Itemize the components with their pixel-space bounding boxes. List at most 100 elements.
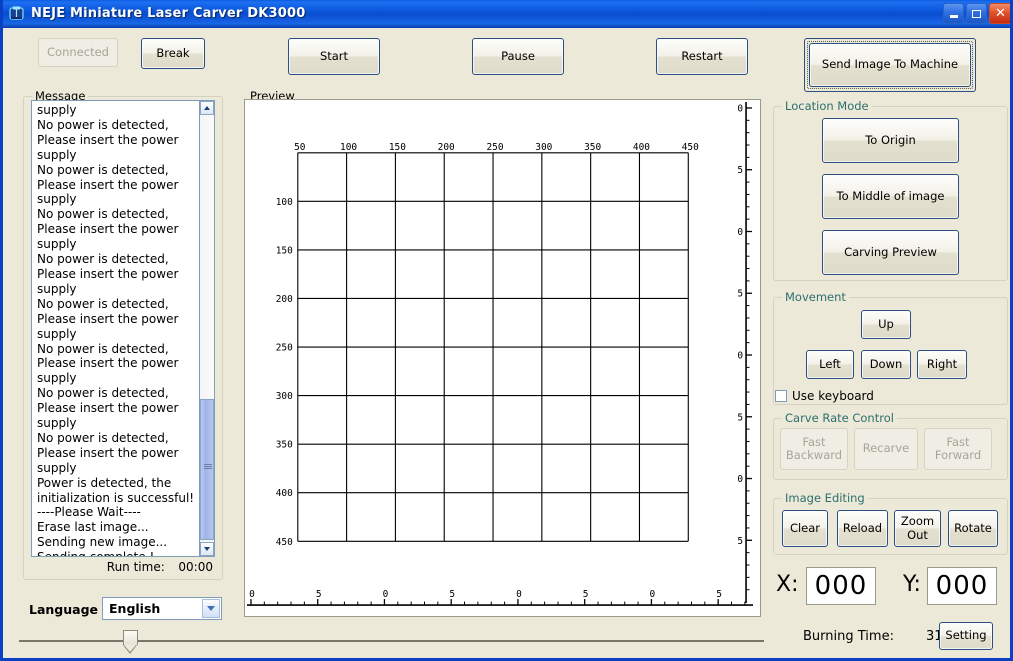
use-keyboard-checkbox-row[interactable]: Use keyboard: [775, 389, 874, 403]
svg-text:300: 300: [276, 391, 293, 402]
break-button[interactable]: Break: [141, 38, 205, 69]
send-image-default-frame: Send Image To Machine: [804, 38, 976, 92]
move-up-button[interactable]: Up: [861, 310, 911, 339]
connected-button[interactable]: Connected: [38, 38, 118, 67]
svg-text:0: 0: [737, 474, 743, 485]
maximize-button[interactable]: [966, 3, 987, 24]
window-title: NEJE Miniature Laser Carver DK3000: [31, 6, 306, 21]
chevron-down-glyph: [207, 606, 215, 611]
laser-carver-icon: [8, 5, 26, 23]
svg-text:5: 5: [737, 412, 743, 423]
svg-text:200: 200: [438, 142, 455, 153]
use-keyboard-label: Use keyboard: [792, 389, 874, 403]
close-button[interactable]: ✕: [989, 3, 1010, 24]
svg-text:400: 400: [633, 142, 650, 153]
zoom-out-button[interactable]: Zoom Out: [894, 510, 941, 547]
svg-text:50: 50: [294, 142, 306, 153]
location-mode-group-label: Location Mode: [782, 99, 872, 113]
svg-text:0: 0: [737, 350, 743, 361]
svg-text:450: 450: [682, 142, 699, 153]
svg-text:0: 0: [516, 589, 522, 600]
x-coordinate-label: X:: [776, 572, 799, 597]
movement-group-label: Movement: [782, 290, 849, 304]
svg-text:5: 5: [316, 589, 322, 600]
svg-text:100: 100: [276, 197, 293, 208]
move-right-button[interactable]: Right: [917, 350, 967, 379]
preview-canvas[interactable]: 50 100 150 200 250 300 350 400 450 100 150 200 250 3…: [244, 99, 761, 617]
pause-button[interactable]: Pause: [472, 38, 564, 75]
svg-text:5: 5: [737, 289, 743, 300]
burning-time-label: Burning Time:: [803, 629, 894, 644]
use-keyboard-checkbox[interactable]: [775, 390, 787, 402]
svg-text:300: 300: [535, 142, 552, 153]
svg-text:150: 150: [276, 245, 293, 256]
clear-button[interactable]: Clear: [782, 510, 828, 547]
svg-text:450: 450: [276, 537, 293, 548]
application-window: NEJE Miniature Laser Carver DK3000 ✕ Con…: [0, 0, 1013, 661]
svg-text:400: 400: [276, 488, 293, 499]
recarve-button[interactable]: Recarve: [854, 428, 918, 470]
minimize-button[interactable]: [943, 3, 964, 24]
carving-preview-button[interactable]: Carving Preview: [822, 230, 959, 275]
svg-text:200: 200: [276, 294, 293, 305]
fast-backward-button[interactable]: Fast Backward: [780, 428, 848, 470]
svg-text:100: 100: [340, 142, 357, 153]
svg-text:5: 5: [449, 589, 455, 600]
x-coordinate-field[interactable]: 000: [806, 567, 876, 605]
scrollbar-thumb[interactable]: [200, 399, 214, 540]
slider-thumb-tip-fill: [124, 645, 137, 652]
svg-text:0: 0: [650, 589, 656, 600]
run-time-value: 00:00: [178, 560, 213, 574]
run-time-readout: Run time: 00:00: [31, 560, 213, 578]
slider-thumb[interactable]: [123, 630, 138, 654]
scrollbar-grip-icon: [204, 464, 212, 470]
image-editing-group-label: Image Editing: [782, 491, 868, 505]
move-left-button[interactable]: Left: [806, 350, 854, 379]
svg-text:5: 5: [583, 589, 589, 600]
restart-button[interactable]: Restart: [656, 38, 748, 75]
svg-text:250: 250: [486, 142, 503, 153]
svg-text:150: 150: [389, 142, 406, 153]
svg-text:0: 0: [249, 589, 255, 600]
to-origin-button[interactable]: To Origin: [822, 118, 959, 163]
minimize-icon: [949, 15, 958, 18]
send-image-focus-ring: Send Image To Machine: [807, 41, 973, 89]
chevron-down-icon: [204, 547, 210, 551]
slider-thumb-body: [123, 630, 138, 645]
carve-rate-group-label: Carve Rate Control: [782, 411, 897, 425]
rotate-button[interactable]: Rotate: [948, 510, 998, 547]
scroll-up-button[interactable]: [200, 101, 214, 115]
svg-text:0: 0: [383, 589, 389, 600]
move-down-button[interactable]: Down: [861, 350, 911, 379]
svg-text:5: 5: [737, 165, 743, 176]
language-select[interactable]: English: [102, 597, 222, 620]
chevron-up-icon: [204, 106, 210, 110]
language-label: Language :: [29, 602, 108, 617]
svg-text:5: 5: [737, 536, 743, 547]
svg-text:350: 350: [276, 440, 293, 451]
message-list-text: supply No power is detected, Please inse…: [37, 103, 195, 556]
scroll-down-button[interactable]: [200, 542, 214, 556]
message-scrollbar[interactable]: [199, 100, 215, 557]
send-image-to-machine-button[interactable]: Send Image To Machine: [809, 43, 971, 87]
reload-button[interactable]: Reload: [837, 510, 888, 547]
svg-text:0: 0: [737, 103, 743, 114]
svg-text:5: 5: [716, 589, 722, 600]
language-selected-value: English: [109, 601, 161, 616]
fast-forward-button[interactable]: Fast Forward: [924, 428, 992, 470]
window-controls: ✕: [943, 3, 1010, 24]
to-middle-of-image-button[interactable]: To Middle of image: [822, 174, 959, 219]
start-button[interactable]: Start: [288, 38, 380, 75]
close-icon: ✕: [995, 5, 1006, 21]
setting-button[interactable]: Setting: [939, 622, 993, 650]
svg-text:350: 350: [584, 142, 601, 153]
run-time-label: Run time:: [106, 560, 165, 574]
svg-text:250: 250: [276, 343, 293, 354]
y-coordinate-label: Y:: [903, 572, 921, 597]
y-coordinate-field[interactable]: 000: [927, 567, 997, 605]
chevron-down-icon[interactable]: [202, 599, 220, 618]
progress-slider[interactable]: [19, 628, 764, 654]
message-list[interactable]: supply No power is detected, Please inse…: [31, 100, 213, 557]
preview-grid-plot: 50 100 150 200 250 300 350 400 450 1001502002503…: [246, 101, 754, 606]
title-bar: NEJE Miniature Laser Carver DK3000 ✕: [3, 0, 1010, 28]
